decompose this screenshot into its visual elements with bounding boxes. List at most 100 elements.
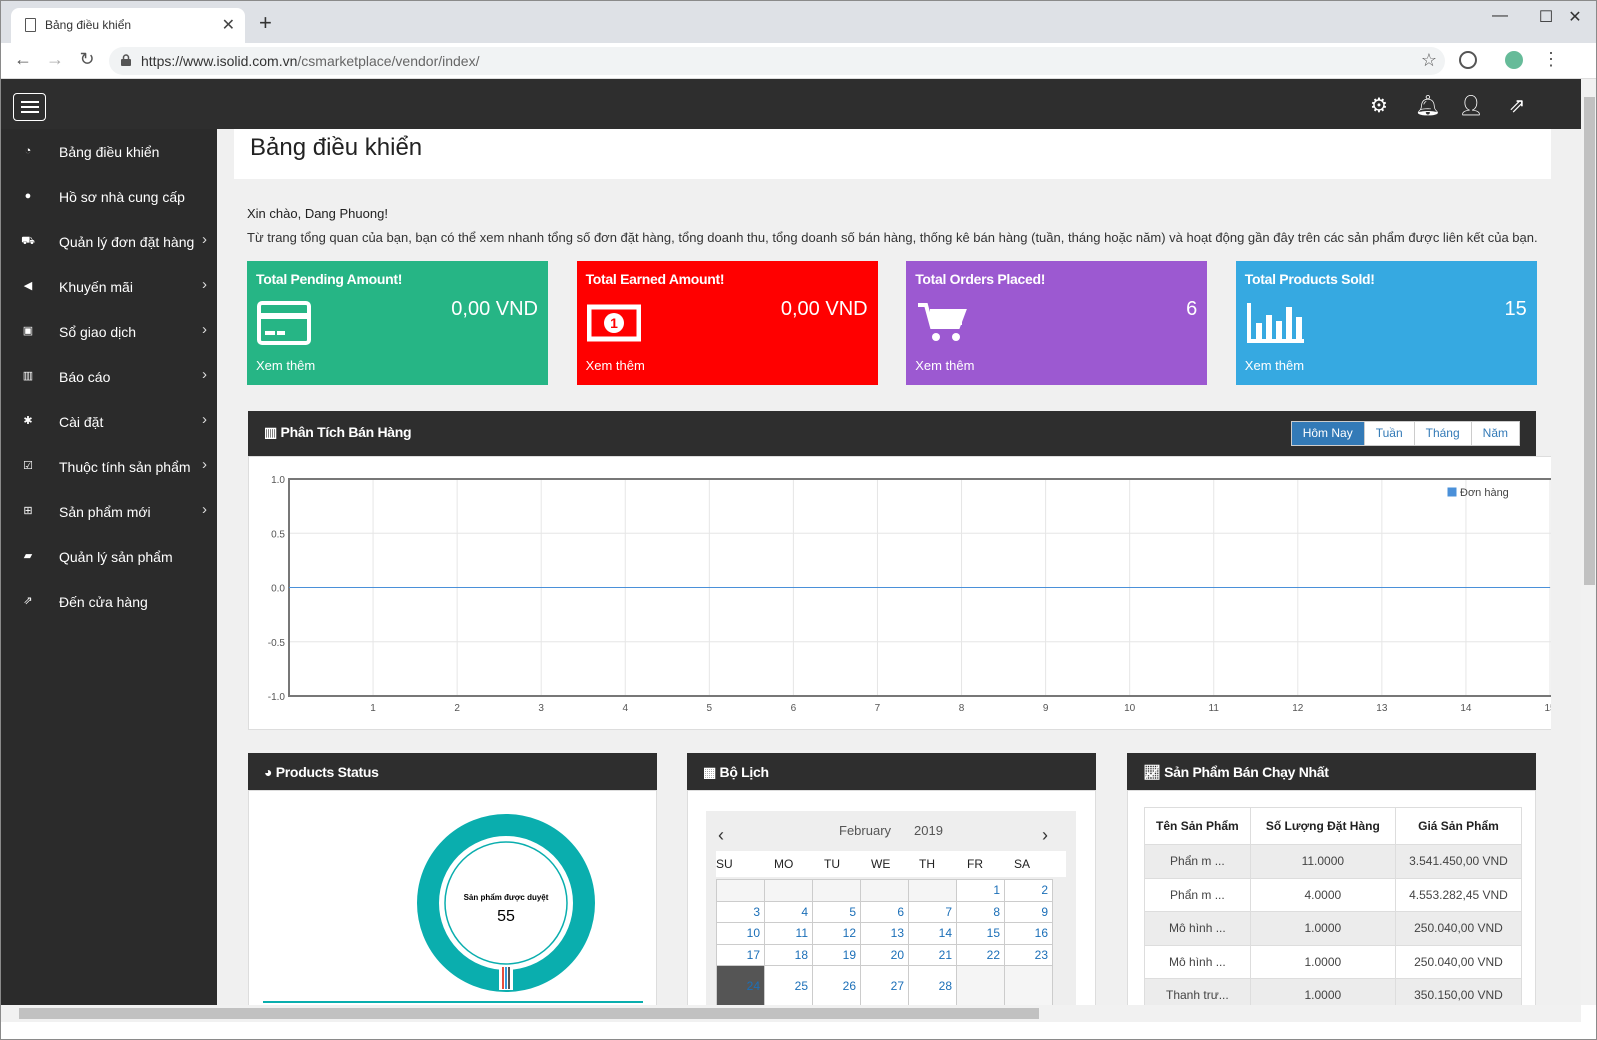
sidebar-item-6[interactable]: ▥ Báo cáo › <box>1 354 217 399</box>
calendar-day[interactable]: 27 <box>860 965 909 1005</box>
close-tab-icon[interactable]: ✕ <box>222 15 235 35</box>
x-tick-label: 14 <box>1460 703 1472 714</box>
browser-menu-icon[interactable]: ⋮ <box>1542 49 1560 70</box>
card-title: Total Pending Amount! <box>256 271 403 287</box>
top-products-header: 📈︎ Sản Phẩm Bán Chạy Nhất <box>1127 753 1536 790</box>
table-row[interactable]: Thanh trư... 1.0000 350.150,00 VND <box>1144 978 1523 1005</box>
sidebar-item-9[interactable]: ⊞ Sản phẩm mới › <box>1 489 217 534</box>
range-button-4[interactable]: Năm <box>1470 422 1519 445</box>
sidebar-item-10[interactable]: ▰ Quản lý sản phẩm <box>1 534 217 579</box>
notification-bell-icon[interactable]: 🔔︎ <box>1413 93 1443 118</box>
stat-card-4: Total Products Sold! 15 Xem thêm <box>1235 261 1537 385</box>
calendar-day[interactable]: 15 <box>956 922 1005 945</box>
back-icon[interactable]: ← <box>11 49 35 70</box>
sidebar-item-3[interactable]: ⛟ Quản lý đơn đặt hàng › <box>1 219 217 264</box>
extension-icon[interactable] <box>1459 51 1477 69</box>
new-tab-icon[interactable]: + <box>259 10 272 36</box>
sidebar-item-label: Quản lý sản phẩm <box>59 549 173 565</box>
products-donut-chart: Sản phẩm được duyệt 55 <box>263 814 643 1003</box>
external-link-icon: ⇗ <box>23 595 33 607</box>
calendar-day[interactable]: 13 <box>860 922 909 945</box>
chevron-right-icon: › <box>202 366 207 383</box>
calendar-day[interactable]: 14 <box>908 922 957 945</box>
stat-card-1: Total Pending Amount! 0,00 VND Xem thêm <box>247 261 548 385</box>
sidebar-item-label: Báo cáo <box>59 369 111 385</box>
sidebar-item-1[interactable]: ◔ Bảng điều khiển <box>1 129 217 174</box>
horizontal-scrollbar[interactable] <box>1 1005 1581 1022</box>
bookmark-star-icon[interactable]: ☆ <box>1421 50 1437 71</box>
calendar-day[interactable]: 20 <box>860 943 909 967</box>
calendar-day[interactable]: 16 <box>1004 922 1053 945</box>
page-title: Bảng điều khiển <box>250 134 423 161</box>
intro-text: Từ trang tổng quan của bạn, bạn có thể x… <box>247 230 1538 245</box>
range-button-1[interactable]: Hôm Nay <box>1291 422 1364 445</box>
table-row[interactable]: Mô hình ... 1.0000 250.040,00 VND <box>1144 911 1523 946</box>
calendar-day[interactable]: 5 <box>812 900 861 924</box>
calendar-month: February <box>839 823 892 838</box>
table-row[interactable]: Mô hình ... 1.0000 250.040,00 VND <box>1144 944 1523 979</box>
range-button-3[interactable]: Tháng <box>1413 422 1471 445</box>
table-cell: 250.040,00 VND <box>1394 944 1523 979</box>
reload-icon[interactable]: ↻ <box>75 49 99 70</box>
user-account-icon[interactable]: 👤︎ <box>1456 93 1486 118</box>
card-more-link[interactable]: Xem thêm <box>915 358 974 373</box>
browser-tab[interactable]: Bảng điều khiển ✕ <box>11 8 245 43</box>
calendar-day[interactable]: 3 <box>716 900 765 924</box>
calendar-day[interactable]: 1 <box>956 879 1005 902</box>
sidebar-item-4[interactable]: ◀ Khuyến mãi › <box>1 264 217 309</box>
x-tick-label: 2 <box>454 703 460 714</box>
calendar-empty-cell <box>716 879 765 902</box>
settings-sliders-icon[interactable]: ⚙ <box>1364 93 1394 118</box>
table-row[interactable]: Phẩn m ... 11.0000 3.541.450,00 VND <box>1144 844 1523 879</box>
table-cell: 3.541.450,00 VND <box>1394 844 1523 879</box>
sidebar-item-label: Sản phẩm mới <box>59 504 151 520</box>
calendar-day[interactable]: 9 <box>1004 900 1053 924</box>
calendar-day[interactable]: 10 <box>716 922 765 945</box>
calendar-day[interactable]: 6 <box>860 900 909 924</box>
x-tick-label: 6 <box>791 703 797 714</box>
dashboard-icon: ◔ <box>24 145 32 157</box>
calendar-day[interactable]: 28 <box>908 965 957 1005</box>
calendar-day[interactable]: 12 <box>812 922 861 945</box>
calendar-day[interactable]: 8 <box>956 900 1005 924</box>
minimize-icon[interactable]: — <box>1477 7 1523 25</box>
calendar-day[interactable]: 26 <box>812 965 861 1005</box>
sidebar-item-2[interactable]: ● Hồ sơ nhà cung cấp <box>1 174 217 219</box>
calendar-day[interactable]: 25 <box>764 965 813 1005</box>
next-month-icon[interactable]: › <box>1042 825 1048 846</box>
close-window-icon[interactable]: ✕ <box>1552 7 1596 27</box>
table-row[interactable]: Phẩn m ... 4.0000 4.553.282,45 VND <box>1144 877 1523 912</box>
calendar-day[interactable]: 21 <box>908 943 957 967</box>
bar-chart-icon <box>1246 301 1306 348</box>
sidebar-item-8[interactable]: ☑ Thuộc tính sản phẩm › <box>1 444 217 489</box>
sidebar-item-7[interactable]: ✱ Cài đặt › <box>1 399 217 444</box>
sidebar-item-11[interactable]: ⇗ Đến cửa hàng <box>1 579 217 624</box>
stat-card-3: Total Orders Placed! 6 Xem thêm <box>906 261 1208 385</box>
prev-month-icon[interactable]: ‹ <box>718 825 724 846</box>
range-button-2[interactable]: Tuần <box>1363 422 1414 445</box>
calendar-day[interactable]: 23 <box>1004 943 1053 967</box>
calendar-year: 2019 <box>914 823 943 838</box>
calendar-day[interactable]: 11 <box>764 922 813 945</box>
calendar-day[interactable]: 19 <box>812 943 861 967</box>
calendar-day[interactable]: 18 <box>764 943 813 967</box>
calendar-day[interactable]: 17 <box>716 943 765 967</box>
address-bar[interactable]: https://www.isolid.com.vn/csmarketplace/… <box>109 47 1445 75</box>
card-more-link[interactable]: Xem thêm <box>586 358 645 373</box>
calendar-empty-cell <box>812 879 861 902</box>
x-tick-label: 11 <box>1209 703 1220 714</box>
sidebar-item-5[interactable]: ▣ Sổ giao dịch › <box>1 309 217 354</box>
card-more-link[interactable]: Xem thêm <box>1245 358 1304 373</box>
calendar-day[interactable]: 24 <box>716 965 765 1005</box>
vertical-scrollbar[interactable] <box>1581 79 1596 1005</box>
external-link-icon[interactable]: ⇗ <box>1502 93 1532 118</box>
calendar-day[interactable]: 2 <box>1004 879 1053 902</box>
calendar-day[interactable]: 4 <box>764 900 813 924</box>
forward-icon[interactable]: → <box>43 49 67 70</box>
calendar-day[interactable]: 7 <box>908 900 957 924</box>
calendar-day[interactable]: 22 <box>956 943 1005 967</box>
profile-extension-icon[interactable] <box>1505 51 1523 69</box>
card-more-link[interactable]: Xem thêm <box>256 358 315 373</box>
weekday-label: FR <box>967 857 983 871</box>
hamburger-menu-button[interactable] <box>13 93 46 121</box>
